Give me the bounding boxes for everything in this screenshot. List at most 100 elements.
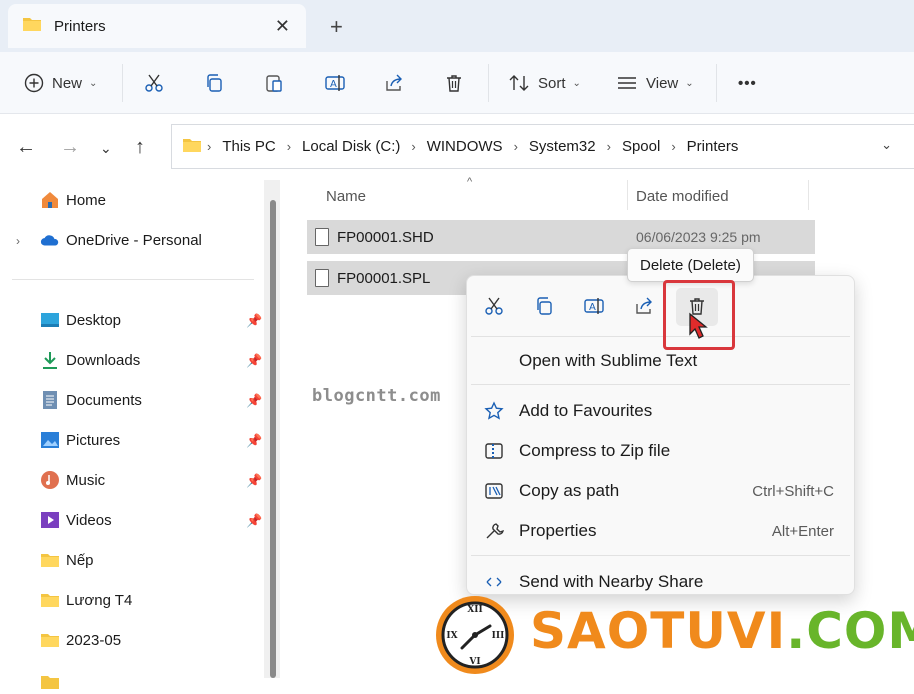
sort-button[interactable]: Sort ⌄: [508, 68, 581, 98]
sidebar-item-documents[interactable]: Documents: [40, 388, 142, 412]
breadcrumb-separator-icon: ›: [606, 139, 611, 154]
sidebar-item-label: Lương T4: [66, 591, 133, 609]
pin-icon[interactable]: 📌: [246, 473, 262, 489]
breadcrumb-spool[interactable]: Spool: [622, 138, 660, 155]
breadcrumb-windows[interactable]: WINDOWS: [427, 138, 503, 155]
view-button[interactable]: View ⌄: [616, 68, 694, 98]
breadcrumb-printers[interactable]: Printers: [687, 138, 739, 155]
sort-label: Sort: [538, 74, 566, 92]
wrench-icon: [484, 521, 504, 541]
tab-strip: Printers ✕ +: [0, 0, 914, 52]
column-divider[interactable]: [627, 180, 628, 210]
sidebar-item-videos[interactable]: Videos: [40, 508, 112, 532]
up-arrow-icon[interactable]: ↑: [135, 136, 145, 159]
close-tab-icon[interactable]: ✕: [275, 16, 290, 37]
tab-printers[interactable]: Printers ✕: [8, 4, 306, 48]
sidebar-item-nep[interactable]: Nếp: [40, 548, 94, 572]
column-header-name[interactable]: Name: [326, 188, 366, 205]
back-arrow-icon[interactable]: ←: [16, 136, 36, 159]
column-header-date-modified[interactable]: Date modified: [636, 188, 729, 205]
rename-button[interactable]: A: [324, 68, 346, 98]
pin-icon[interactable]: 📌: [246, 513, 262, 529]
sidebar-item-downloads[interactable]: Downloads: [40, 348, 140, 372]
divider: [471, 384, 850, 385]
file-name: FP00001.SPL: [337, 269, 431, 287]
copy-icon[interactable]: [531, 293, 557, 319]
breadcrumb-local-disk[interactable]: Local Disk (C:): [302, 138, 400, 155]
share-button[interactable]: [384, 68, 404, 98]
zip-icon: [484, 441, 504, 461]
sidebar-item-music[interactable]: Music: [40, 468, 105, 492]
folder-icon: [40, 672, 60, 692]
context-menu-quick-actions: A: [467, 276, 854, 336]
sidebar-item-label: Music: [66, 471, 106, 489]
pin-icon[interactable]: 📌: [246, 393, 262, 409]
more-options-button[interactable]: •••: [738, 68, 757, 98]
music-icon: [40, 470, 60, 490]
sidebar-item-label: Videos: [66, 511, 112, 529]
sidebar-item-2023-05[interactable]: 2023-05: [40, 628, 121, 652]
view-label: View: [646, 74, 679, 92]
sidebar-item-label: Nếp: [66, 551, 94, 569]
address-bar[interactable]: › This PC › Local Disk (C:) › WINDOWS › …: [171, 124, 914, 169]
sidebar-item-label: Desktop: [66, 311, 122, 329]
file-name: FP00001.SHD: [337, 228, 434, 246]
menu-item-copy-as-path[interactable]: Copy as path Ctrl+Shift+C: [467, 473, 854, 509]
pin-icon[interactable]: 📌: [246, 353, 262, 369]
menu-item-open-with-sublime[interactable]: Open with Sublime Text: [467, 343, 854, 379]
mouse-cursor-icon: [688, 312, 708, 344]
sidebar-item-pictures[interactable]: Pictures: [40, 428, 120, 452]
recent-locations-chevron-icon[interactable]: ⌄: [100, 140, 112, 157]
svg-text:XII: XII: [467, 605, 482, 615]
pin-icon[interactable]: 📌: [246, 433, 262, 449]
sidebar-item-partial[interactable]: [40, 670, 66, 694]
column-divider[interactable]: [808, 180, 809, 210]
folder-icon: [40, 550, 60, 570]
sidebar-item-label: Pictures: [66, 431, 121, 449]
command-bar: New ⌄ A Sort ⌄ View ⌄ •••: [0, 52, 914, 114]
menu-item-label: Properties: [519, 521, 597, 540]
sidebar-item-onedrive[interactable]: OneDrive - Personal: [40, 228, 202, 252]
divider: [716, 64, 717, 102]
pin-icon[interactable]: 📌: [246, 313, 262, 329]
sidebar-item-label: 2023-05: [66, 631, 122, 649]
breadcrumb-separator-icon: ›: [513, 139, 518, 154]
cut-button[interactable]: [144, 68, 164, 98]
paste-button[interactable]: [264, 68, 284, 98]
copy-button[interactable]: [204, 68, 224, 98]
rename-icon[interactable]: A: [581, 293, 607, 319]
menu-item-add-to-favourites[interactable]: Add to Favourites: [467, 393, 854, 429]
menu-item-properties[interactable]: Properties Alt+Enter: [467, 513, 854, 549]
forward-arrow-icon[interactable]: →: [60, 136, 80, 159]
share-icon[interactable]: [631, 293, 657, 319]
breadcrumb-system32[interactable]: System32: [529, 138, 596, 155]
divider: [122, 64, 123, 102]
menu-item-compress-zip[interactable]: Compress to Zip file: [467, 433, 854, 469]
videos-icon: [40, 510, 60, 530]
clock-logo-icon: XII III VI IX: [434, 594, 516, 680]
chevron-down-icon: ⌄: [685, 77, 694, 89]
sidebar-item-label: OneDrive - Personal: [66, 231, 202, 249]
path-icon: [484, 481, 504, 501]
sidebar-item-desktop[interactable]: Desktop: [40, 308, 121, 332]
delete-button[interactable]: [444, 68, 464, 98]
address-history-chevron-icon[interactable]: ⌄: [881, 137, 892, 153]
sidebar-item-home[interactable]: Home: [40, 188, 106, 212]
new-tab-button[interactable]: +: [330, 14, 343, 40]
new-label: New: [52, 74, 83, 92]
svg-text:VI: VI: [468, 657, 480, 667]
rename-icon: A: [325, 75, 345, 91]
expand-chevron-icon[interactable]: ›: [16, 234, 20, 248]
sidebar-scrollbar-thumb[interactable]: [270, 200, 276, 678]
menu-item-nearby-share[interactable]: Send with Nearby Share: [467, 564, 854, 594]
menu-item-shortcut: Ctrl+Shift+C: [752, 482, 834, 500]
breadcrumb-separator-icon: ›: [286, 139, 292, 154]
new-button[interactable]: New ⌄: [24, 68, 97, 98]
menu-item-label: Open with Sublime Text: [519, 351, 698, 370]
svg-text:A: A: [330, 79, 337, 90]
sidebar-item-luong-t4[interactable]: Lương T4: [40, 588, 132, 612]
cut-icon[interactable]: [481, 293, 507, 319]
logo-part-orange: SAOTUVI: [530, 602, 787, 660]
breadcrumb-this-pc[interactable]: This PC: [222, 138, 275, 155]
file-date: 06/06/2023 9:25 pm: [636, 229, 761, 245]
